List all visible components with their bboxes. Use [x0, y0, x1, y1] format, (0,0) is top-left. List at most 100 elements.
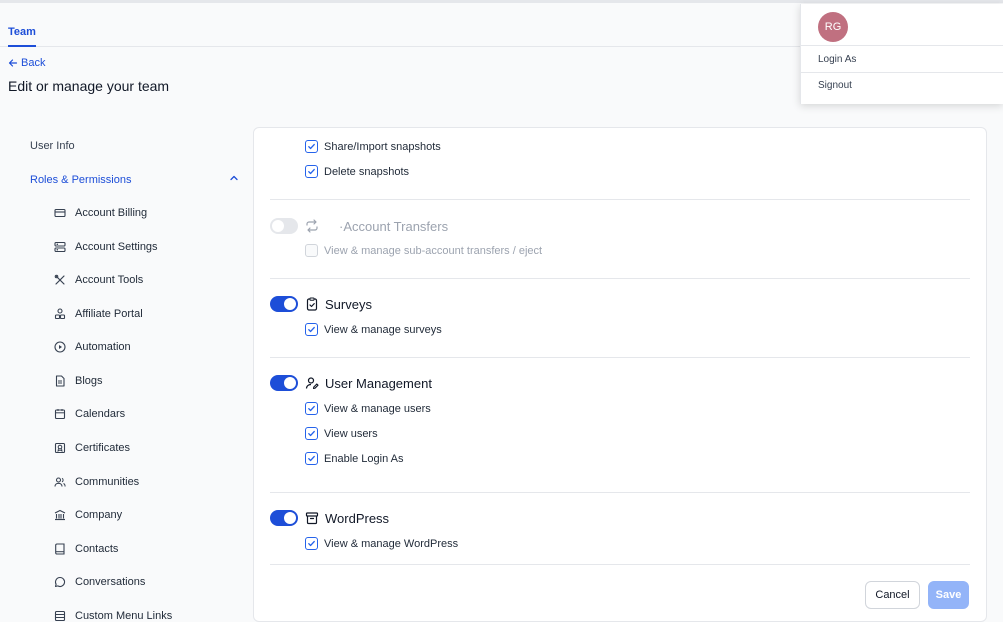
archive-icon — [305, 512, 319, 525]
check-icon — [308, 143, 315, 150]
nav-item-label: Automation — [75, 341, 131, 353]
permissions-panel: Share/Import snapshots Delete snapshots … — [253, 127, 987, 622]
cancel-button[interactable]: Cancel — [865, 581, 920, 609]
checkbox-view-users[interactable]: View users — [305, 427, 378, 440]
section-account-transfers: ·Account Transfers — [270, 218, 448, 234]
chat-bubble-icon — [54, 576, 66, 588]
checkbox-label: View & manage sub-account transfers / ej… — [324, 244, 543, 257]
toggle-account-transfers[interactable] — [270, 218, 298, 234]
nav-item-label: Account Settings — [75, 241, 158, 253]
user-edit-icon — [305, 377, 319, 390]
section-surveys: Surveys — [270, 296, 372, 312]
nav-item-account-billing[interactable]: Account Billing — [54, 207, 147, 219]
calendar-icon — [54, 409, 66, 420]
checkbox-manage-wordpress[interactable]: View & manage WordPress — [305, 537, 458, 550]
nav-item-label: Conversations — [75, 576, 146, 588]
toggle-user-management[interactable] — [270, 375, 298, 391]
nav-item-calendars[interactable]: Calendars — [54, 408, 125, 420]
building-icon — [54, 509, 66, 521]
toggle-surveys[interactable] — [270, 296, 298, 312]
checkbox-share-import-snapshots[interactable]: Share/Import snapshots — [305, 140, 441, 153]
section-title: User Management — [325, 375, 432, 391]
checkbox[interactable] — [305, 323, 318, 336]
nav-item-label: Affiliate Portal — [75, 308, 143, 320]
checkbox[interactable] — [305, 165, 318, 178]
tab-team[interactable]: Team — [8, 26, 36, 47]
check-icon — [308, 430, 315, 437]
nav-item-certificates[interactable]: Certificates — [54, 442, 130, 454]
checkbox-enable-login-as[interactable]: Enable Login As — [305, 452, 404, 465]
nav-item-label: Blogs — [75, 375, 103, 387]
nav-item-communities[interactable]: Communities — [54, 476, 139, 488]
certificate-icon — [54, 442, 66, 454]
checkbox-label: View & manage users — [324, 402, 431, 415]
arrow-left-icon — [8, 59, 18, 67]
nav-item-custom-menu-links[interactable]: Custom Menu Links — [54, 610, 172, 622]
document-icon — [55, 375, 65, 387]
section-wordpress: WordPress — [270, 510, 389, 526]
toggle-wordpress[interactable] — [270, 510, 298, 526]
avatar[interactable]: RG — [818, 12, 848, 42]
divider — [270, 199, 970, 200]
divider — [270, 492, 970, 493]
checkbox[interactable] — [305, 140, 318, 153]
checkbox[interactable] — [305, 402, 318, 415]
checkbox[interactable] — [305, 244, 318, 257]
check-icon — [308, 168, 315, 175]
check-icon — [308, 455, 315, 462]
checkbox[interactable] — [305, 537, 318, 550]
transfer-icon — [306, 219, 318, 233]
check-icon — [308, 540, 315, 547]
nav-item-account-settings[interactable]: Account Settings — [54, 241, 158, 253]
nav-item-conversations[interactable]: Conversations — [54, 576, 145, 588]
clipboard-check-icon — [306, 297, 318, 311]
nav-roles-permissions[interactable]: Roles & Permissions — [30, 174, 131, 186]
nav-item-blogs[interactable]: Blogs — [54, 375, 103, 387]
check-icon — [308, 326, 315, 333]
nav-item-label: Contacts — [75, 543, 119, 555]
back-label: Back — [21, 57, 46, 69]
divider — [270, 278, 970, 279]
credit-card-icon — [54, 208, 66, 218]
nav-user-info[interactable]: User Info — [30, 140, 75, 152]
nav-item-label: Certificates — [75, 442, 131, 454]
checkbox[interactable] — [305, 452, 318, 465]
checkbox[interactable] — [305, 427, 318, 440]
checkbox-label: Delete snapshots — [324, 165, 409, 178]
menu-item-signout[interactable]: Signout — [818, 80, 852, 91]
checkbox-delete-snapshots[interactable]: Delete snapshots — [305, 165, 409, 178]
section-user-management: User Management — [270, 375, 432, 391]
nav-item-label: Custom Menu Links — [75, 610, 173, 622]
page-title: Edit or manage your team — [8, 78, 170, 94]
nav-item-company[interactable]: Company — [54, 509, 122, 521]
checkbox-manage-users[interactable]: View & manage users — [305, 402, 431, 415]
save-button[interactable]: Save — [928, 581, 969, 609]
nav-item-label: Communities — [75, 476, 140, 488]
nav-item-affiliate-portal[interactable]: Affiliate Portal — [54, 308, 143, 320]
checkbox-label: View & manage surveys — [324, 323, 442, 336]
divider — [801, 72, 1003, 73]
back-link[interactable]: Back — [8, 57, 45, 69]
section-title: ·Account Transfers — [339, 218, 449, 234]
nav-item-label: Account Tools — [75, 274, 144, 286]
divider — [270, 564, 970, 565]
checkbox-label: View & manage WordPress — [324, 537, 459, 550]
checkbox-manage-transfers[interactable]: View & manage sub-account transfers / ej… — [305, 244, 542, 257]
menu-item-login-as[interactable]: Login As — [818, 54, 856, 65]
nav-item-account-tools[interactable]: Account Tools — [54, 274, 143, 286]
nav-item-contacts[interactable]: Contacts — [54, 543, 118, 555]
nav-item-automation[interactable]: Automation — [54, 341, 131, 353]
affiliate-icon — [54, 308, 66, 320]
menu-link-icon — [54, 610, 66, 622]
checkbox-label: Enable Login As — [324, 452, 404, 465]
nav-item-label: Account Billing — [75, 207, 148, 219]
divider — [801, 45, 1003, 46]
check-icon — [308, 405, 315, 412]
chevron-up-icon[interactable] — [229, 173, 239, 183]
settings-icon — [54, 241, 66, 253]
tools-icon — [54, 274, 65, 285]
checkbox-manage-surveys[interactable]: View & manage surveys — [305, 323, 442, 336]
top-border — [0, 0, 1003, 3]
section-title: Surveys — [325, 296, 372, 312]
users-icon — [54, 477, 66, 487]
